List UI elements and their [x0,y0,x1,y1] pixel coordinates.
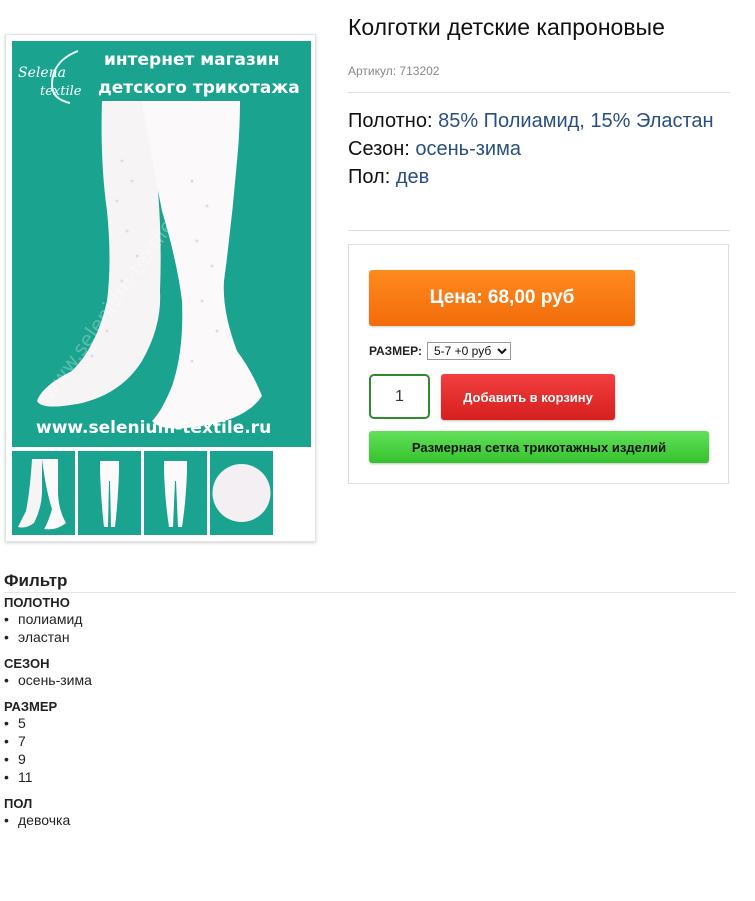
divider-top [348,92,730,93]
thumbnail-1[interactable] [12,451,75,535]
product-main-image[interactable]: Selena textile интернет магазин детского… [12,41,311,447]
filter-item[interactable]: 9 [4,750,736,768]
filter-group-material: ПОЛОТНО полиамид эластан [4,595,736,646]
filter-panel: Фильтр ПОЛОТНО полиамид эластан СЕЗОН ос… [4,571,736,839]
filter-group-season: СЕЗОН осень-зима [4,656,736,689]
filter-group-size: РАЗМЕР 5 7 9 11 [4,699,736,786]
sku-value: 713202 [399,64,440,78]
filter-item[interactable]: осень-зима [4,671,736,689]
filter-title: Фильтр [4,571,68,590]
product-properties: Полотно: 85% Полиамид, 15% Эластан Сезон… [348,107,728,191]
size-select[interactable]: 5-7 +0 руб [426,342,511,360]
buy-box: Цена: 68,00 руб РАЗМЕР: 5-7 +0 руб Добав… [348,244,729,484]
thumbnail-4[interactable] [210,451,273,535]
property-gender: Пол: дев [348,163,728,191]
image-site-text: www.selenium-textile.ru [36,418,271,438]
property-label: Полотно: [348,110,433,132]
filter-list: полиамид эластан [4,610,736,646]
filter-item[interactable]: полиамид [4,610,736,628]
property-season: Сезон: осень-зима [348,135,728,163]
price-button[interactable]: Цена: 68,00 руб [369,270,635,326]
image-banner-line2: детского трикотажа [98,78,300,98]
svg-text:Selena: Selena [18,65,66,81]
thumbnail-3[interactable] [144,451,207,535]
property-label: Сезон: [348,138,410,160]
product-title: Колготки детские капроновые [348,14,665,40]
divider-bottom [348,230,730,231]
sku: Артикул: 713202 [348,64,439,78]
size-row: РАЗМЕР: 5-7 +0 руб [369,342,511,360]
thumbnail-2[interactable] [78,451,141,535]
product-gallery: Selena textile интернет магазин детского… [5,34,316,542]
filter-group-gender: ПОЛ девочка [4,796,736,829]
property-value[interactable]: 85% Полиамид, 15% Эластан [438,110,714,132]
property-material: Полотно: 85% Полиамид, 15% Эластан [348,107,728,135]
filter-divider [4,592,736,593]
filter-group-title: СЕЗОН [4,656,50,671]
filter-list: 5 7 9 11 [4,714,736,786]
filter-item[interactable]: эластан [4,628,736,646]
image-banner-line1: интернет магазин [104,50,280,70]
property-label: Пол: [348,166,391,188]
filter-item[interactable]: 11 [4,768,736,786]
size-chart-button[interactable]: Размерная сетка трикотажных изделий [369,431,709,463]
filter-group-title: ПОЛ [4,796,33,811]
sku-label: Артикул: [348,64,397,78]
quantity-input[interactable] [369,374,430,419]
size-label: РАЗМЕР: [369,344,422,358]
filter-list: осень-зима [4,671,736,689]
filter-item[interactable]: 5 [4,714,736,732]
property-value[interactable]: осень-зима [415,138,521,160]
svg-text:textile: textile [40,84,82,99]
property-value[interactable]: дев [396,166,429,188]
filter-list: девочка [4,811,736,829]
filter-group-title: РАЗМЕР [4,699,58,714]
filter-item[interactable]: 7 [4,732,736,750]
filter-item[interactable]: девочка [4,811,736,829]
filter-group-title: ПОЛОТНО [4,595,70,610]
add-to-cart-button[interactable]: Добавить в корзину [441,374,615,420]
